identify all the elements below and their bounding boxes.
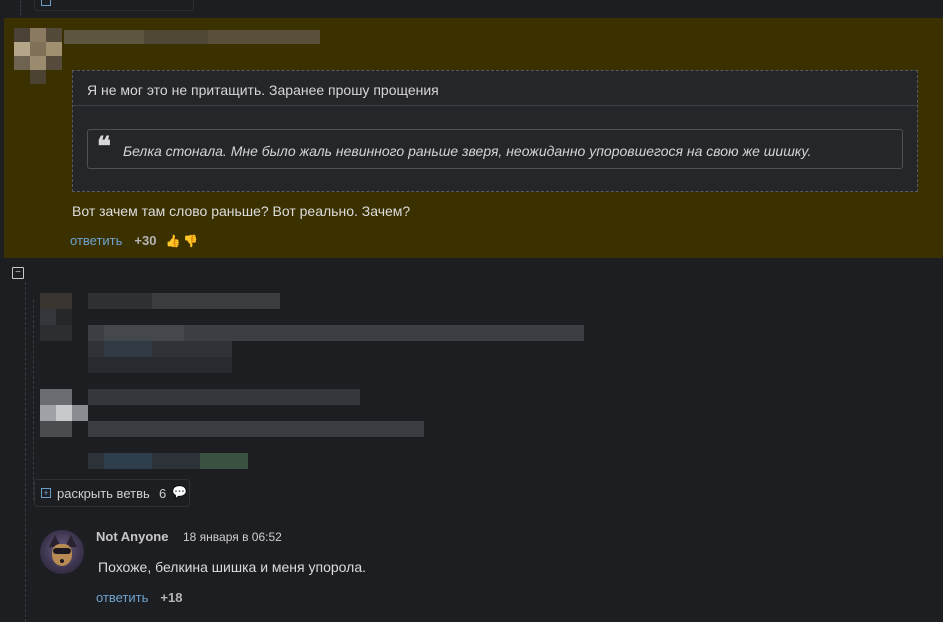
- inner-quote-text: Белка стонала. Мне было жаль невинного р…: [123, 143, 812, 159]
- thread-guide-line: [33, 300, 34, 500]
- censored-comment: [40, 389, 460, 469]
- comment-text: Похоже, белкина шишка и меня упорола.: [98, 559, 366, 575]
- expand-icon: [41, 0, 51, 6]
- reply-link[interactable]: ответить: [96, 590, 148, 605]
- quoted-comment: Я не мог это не притащить. Заранее прошу…: [72, 70, 918, 192]
- expand-branch-button[interactable]: + раскрыть ветвь 6 💬: [34, 479, 190, 507]
- thumbs-up-icon[interactable]: 👍: [165, 234, 180, 248]
- comment-date[interactable]: 18 января в 06:52: [183, 530, 282, 544]
- reply-count: 6: [159, 486, 167, 501]
- comment-actions: ответить +18: [96, 590, 182, 605]
- divider: [73, 105, 917, 106]
- inner-quote: ❝ Белка стонала. Мне было жаль невинного…: [87, 129, 903, 169]
- expand-icon: +: [41, 488, 51, 498]
- comment-score: +30: [134, 233, 157, 248]
- reply-link[interactable]: ответить: [70, 233, 122, 248]
- thumbs-down-icon[interactable]: 👎: [183, 234, 198, 248]
- comment-text: Вот зачем там слово раньше? Вот реально.…: [72, 203, 411, 219]
- thread-guide-line: [20, 0, 21, 16]
- comment-author[interactable]: Not Anyone: [96, 529, 168, 544]
- thread-guide-line: [25, 282, 26, 622]
- avatar[interactable]: [40, 530, 84, 574]
- censored-comment: [40, 293, 600, 373]
- comment-score: +18: [160, 590, 183, 605]
- quote-header: Я не мог это не притащить. Заранее прошу…: [87, 82, 439, 98]
- collapse-thread-button[interactable]: −: [12, 267, 24, 279]
- quote-mark-icon: ❝: [97, 132, 111, 162]
- avatar-censored: [14, 28, 62, 84]
- comments-icon: 💬: [172, 485, 187, 499]
- comment-actions: ответить +30 👍 👎: [70, 233, 198, 248]
- previous-branch-button[interactable]: [34, 0, 194, 11]
- expand-branch-label: раскрыть ветвь: [57, 486, 150, 501]
